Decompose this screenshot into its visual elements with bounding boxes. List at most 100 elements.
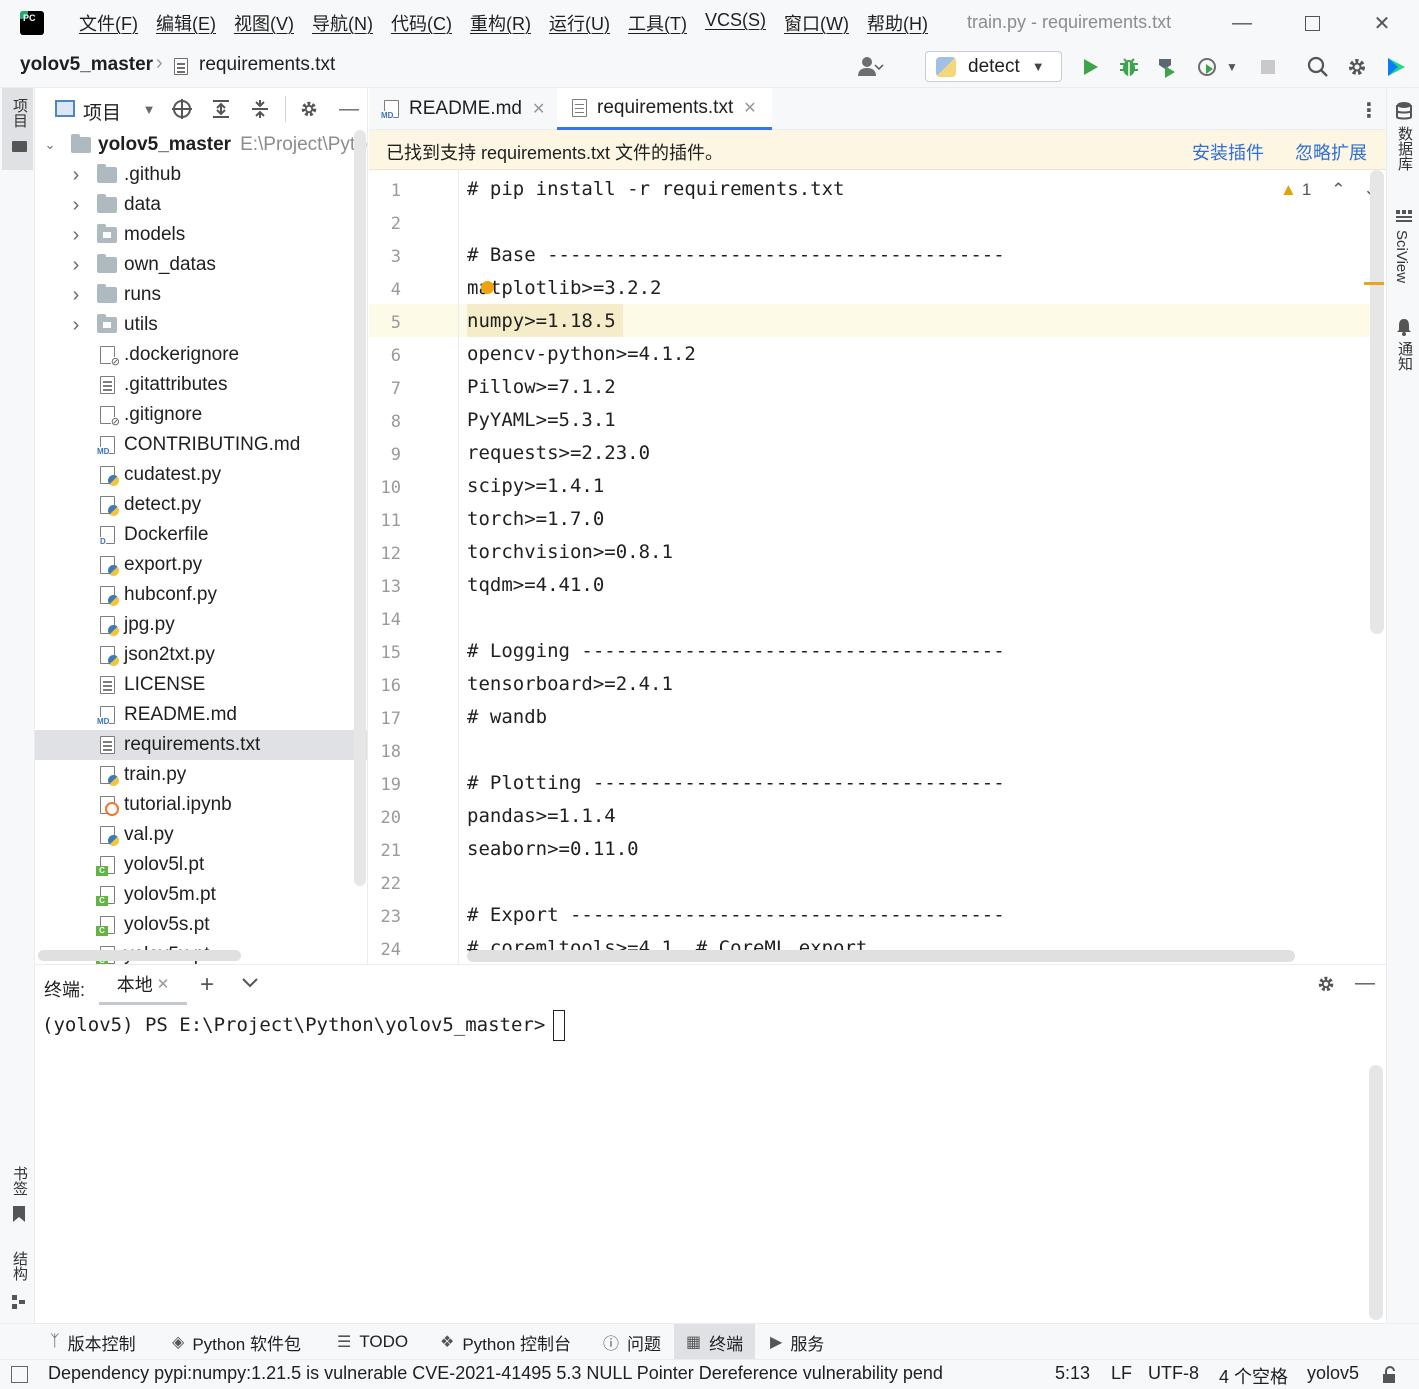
debug-icon[interactable] bbox=[1116, 54, 1142, 80]
chevron-right-icon[interactable]: › bbox=[69, 194, 83, 216]
search-icon[interactable] bbox=[1305, 54, 1331, 80]
chevron-right-icon[interactable]: › bbox=[69, 314, 83, 336]
tree-file[interactable]: detect.py bbox=[35, 490, 367, 520]
maximize-icon[interactable] bbox=[1297, 8, 1327, 38]
chevron-right-icon[interactable]: › bbox=[69, 284, 83, 306]
menu-item[interactable]: 导航(N) bbox=[303, 10, 382, 36]
intention-bulb-icon[interactable] bbox=[481, 281, 494, 294]
structure-tool-button[interactable]: 结构 bbox=[2, 1248, 33, 1313]
close-icon[interactable]: ✕ bbox=[157, 975, 170, 993]
breadcrumb-project[interactable]: yolov5_master bbox=[20, 54, 153, 76]
hide-panel-icon[interactable]: — bbox=[337, 97, 361, 121]
tool-version-control[interactable]: ᛉ 版本控制 bbox=[50, 1324, 136, 1360]
editor-horizontal-scrollbar[interactable] bbox=[467, 950, 1295, 962]
tree-folder[interactable]: › utils bbox=[35, 310, 367, 340]
chevron-right-icon[interactable]: › bbox=[69, 254, 83, 276]
editor-vertical-scrollbar[interactable] bbox=[1370, 170, 1384, 634]
tree-file[interactable]: jpg.py bbox=[35, 610, 367, 640]
tool-problems[interactable]: ⓘ 问题 bbox=[603, 1324, 661, 1360]
menu-item[interactable]: 窗口(W) bbox=[775, 10, 858, 36]
tree-root[interactable]: ⌄ yolov5_master E:\Project\Pytho bbox=[35, 130, 367, 160]
run-configuration-select[interactable]: detect ▼ bbox=[925, 51, 1062, 82]
tree-file[interactable]: requirements.txt bbox=[35, 730, 367, 760]
menu-item[interactable]: VCS(S) bbox=[696, 10, 775, 36]
chevron-right-icon[interactable]: › bbox=[69, 224, 83, 246]
more-options-icon[interactable]: ⋮ bbox=[1359, 98, 1379, 123]
indent-setting[interactable]: 4 个空格 bbox=[1219, 1363, 1288, 1389]
tree-file[interactable]: train.py bbox=[35, 760, 367, 790]
profile-icon[interactable] bbox=[1195, 54, 1221, 80]
run-icon[interactable] bbox=[1077, 54, 1103, 80]
tree-file[interactable]: yolov5m.pt bbox=[35, 880, 367, 910]
terminal-scrollbar[interactable] bbox=[1369, 1065, 1383, 1320]
tree-file[interactable]: cudatest.py bbox=[35, 460, 367, 490]
menu-item[interactable]: 代码(C) bbox=[382, 10, 461, 36]
tool-todo[interactable]: ☰ TODO bbox=[337, 1324, 408, 1360]
database-tool-button[interactable]: 数据库 bbox=[1387, 98, 1419, 193]
unlock-icon[interactable] bbox=[1381, 1366, 1399, 1389]
settings-gear-icon[interactable] bbox=[1316, 974, 1336, 999]
caret-position[interactable]: 5:13 bbox=[1055, 1363, 1090, 1384]
menu-item[interactable]: 工具(T) bbox=[619, 10, 696, 36]
tree-file[interactable]: Dockerfile bbox=[35, 520, 367, 550]
file-encoding[interactable]: UTF-8 bbox=[1148, 1363, 1199, 1384]
tree-folder[interactable]: › own_datas bbox=[35, 250, 367, 280]
chevron-right-icon[interactable]: › bbox=[69, 164, 83, 186]
tool-python-console[interactable]: ❖ Python 控制台 bbox=[440, 1324, 571, 1360]
jetbrains-toolbox-icon[interactable] bbox=[1383, 54, 1409, 80]
project-tool-button[interactable]: 项目 bbox=[2, 88, 33, 170]
hide-panel-icon[interactable]: — bbox=[1355, 972, 1375, 995]
tree-file[interactable]: CONTRIBUTING.md bbox=[35, 430, 367, 460]
bookmarks-tool-button[interactable]: 书签 bbox=[2, 1163, 33, 1223]
add-tab-icon[interactable]: + bbox=[200, 971, 214, 999]
menu-item[interactable]: 文件(F) bbox=[70, 10, 147, 36]
sciview-tool-button[interactable]: SciView bbox=[1387, 206, 1419, 296]
tree-file[interactable]: json2txt.py bbox=[35, 640, 367, 670]
code-editor[interactable]: # pip install -r requirements.txt # Base … bbox=[460, 170, 1370, 964]
status-message[interactable]: Dependency pypi:numpy:1.21.5 is vulnerab… bbox=[48, 1363, 943, 1384]
collapse-all-icon[interactable] bbox=[248, 97, 272, 121]
tree-file[interactable]: yolov5s.pt bbox=[35, 910, 367, 940]
line-separator[interactable]: LF bbox=[1111, 1363, 1132, 1384]
toggle-tool-windows-icon[interactable] bbox=[11, 1366, 28, 1383]
inspection-widget[interactable]: ▲ 1 ⌃ ⌄ bbox=[1280, 180, 1378, 200]
terminal-tab-local[interactable]: 本地 ✕ bbox=[99, 965, 187, 1005]
menu-item[interactable]: 视图(V) bbox=[225, 10, 303, 36]
minimize-icon[interactable]: — bbox=[1227, 8, 1257, 38]
tree-file[interactable]: val.py bbox=[35, 820, 367, 850]
chevron-down-icon[interactable] bbox=[241, 973, 259, 996]
tool-services[interactable]: ▶ 服务 bbox=[770, 1324, 824, 1360]
project-tree-scrollbar[interactable] bbox=[354, 130, 366, 886]
project-tree-horizontal-scrollbar[interactable] bbox=[38, 950, 241, 961]
tab-requirements[interactable]: requirements.txt ✕ bbox=[557, 88, 772, 130]
user-icon[interactable] bbox=[858, 54, 884, 80]
tool-terminal[interactable]: ▦ 终端 bbox=[674, 1324, 756, 1360]
settings-gear-icon[interactable] bbox=[297, 97, 321, 121]
install-plugins-link[interactable]: 安装插件 bbox=[1192, 139, 1264, 165]
settings-gear-icon[interactable] bbox=[1344, 54, 1370, 80]
tree-file[interactable]: .gitignore bbox=[35, 400, 367, 430]
chevron-up-icon[interactable]: ⌃ bbox=[1331, 180, 1345, 200]
tree-folder[interactable]: › runs bbox=[35, 280, 367, 310]
menu-item[interactable]: 帮助(H) bbox=[858, 10, 937, 36]
warning-scroll-marker[interactable] bbox=[1364, 282, 1384, 285]
tree-folder[interactable]: › models bbox=[35, 220, 367, 250]
tree-file[interactable]: yolov5l.pt bbox=[35, 850, 367, 880]
ignore-extension-link[interactable]: 忽略扩展 bbox=[1295, 139, 1367, 165]
tree-file[interactable]: .dockerignore bbox=[35, 340, 367, 370]
close-icon[interactable]: ✕ bbox=[743, 98, 756, 118]
tree-folder[interactable]: › .github bbox=[35, 160, 367, 190]
tree-file[interactable]: tutorial.ipynb bbox=[35, 790, 367, 820]
menu-item[interactable]: 编辑(E) bbox=[147, 10, 225, 36]
project-view-title[interactable]: 项目 bbox=[83, 98, 121, 125]
tab-readme[interactable]: README.md ✕ bbox=[381, 88, 545, 130]
tree-file[interactable]: hubconf.py bbox=[35, 580, 367, 610]
menu-item[interactable]: 运行(U) bbox=[540, 10, 619, 36]
tree-folder[interactable]: › data bbox=[35, 190, 367, 220]
tree-file[interactable]: README.md bbox=[35, 700, 367, 730]
terminal-prompt[interactable]: (yolov5) PS E:\Project\Python\yolov5_mas… bbox=[42, 1010, 566, 1041]
more-run-options-icon[interactable]: ▼ bbox=[1222, 54, 1242, 80]
locate-file-icon[interactable] bbox=[170, 97, 194, 121]
close-window-icon[interactable]: ✕ bbox=[1367, 8, 1397, 38]
stop-icon[interactable] bbox=[1255, 54, 1281, 80]
